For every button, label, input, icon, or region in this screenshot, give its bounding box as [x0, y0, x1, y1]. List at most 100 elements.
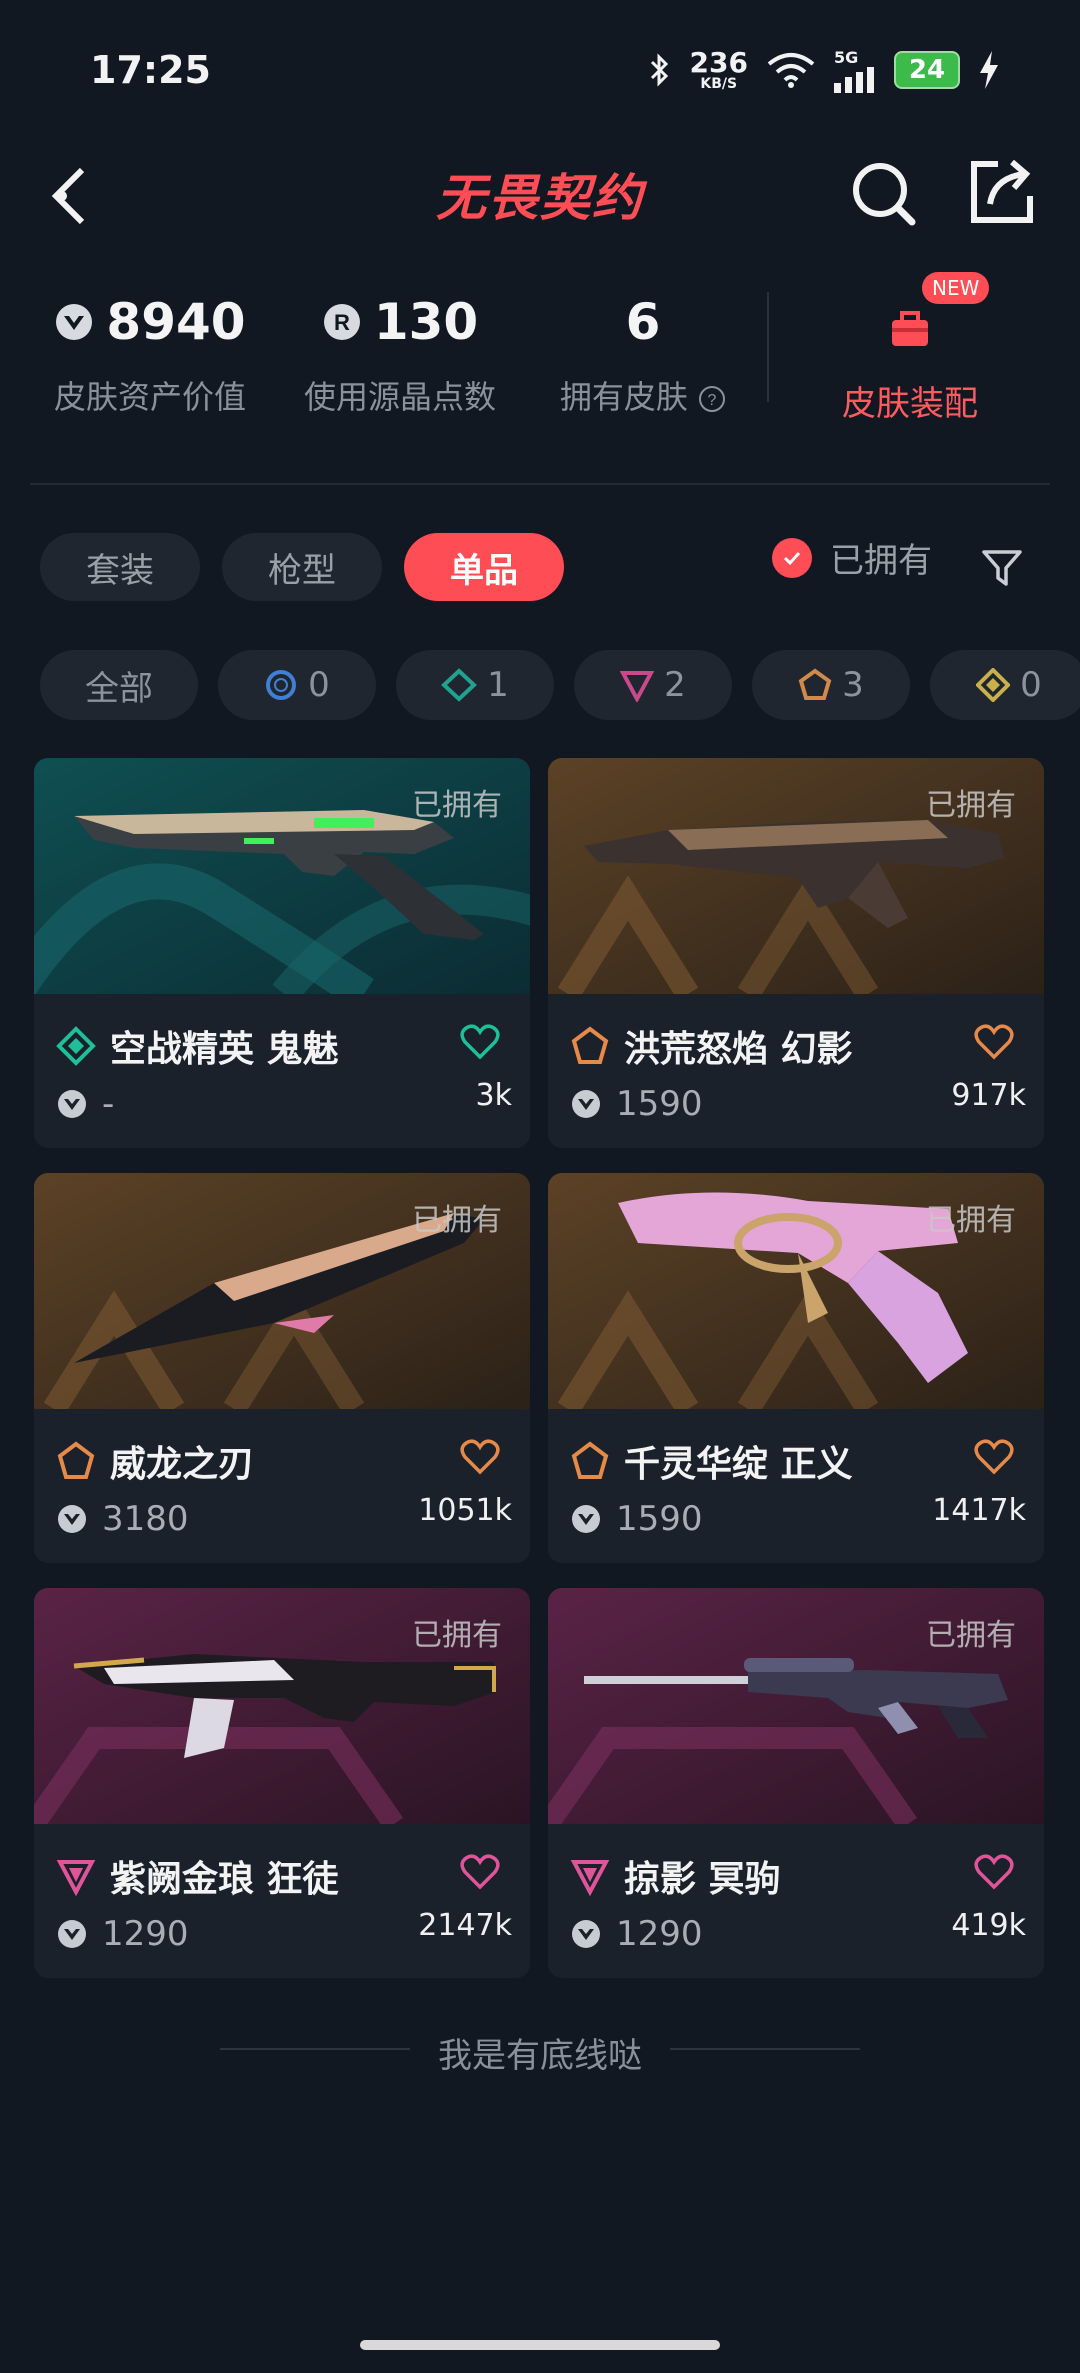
likes-count: 917k	[951, 1078, 1026, 1113]
heart-icon[interactable]	[974, 1439, 1014, 1475]
skin-name: 洪荒怒焰 幻影	[624, 1029, 853, 1070]
vp-icon	[58, 1505, 86, 1533]
heart-icon[interactable]	[974, 1024, 1014, 1060]
tab-single-items[interactable]: 单品	[404, 533, 564, 601]
tier-filter-ultra[interactable]: 0	[930, 650, 1080, 720]
stat-label: 皮肤资产价值	[53, 378, 246, 416]
skin-price: 1290	[616, 1914, 703, 1954]
deluxe-tier-icon	[441, 668, 478, 702]
premium-tier-icon	[570, 1860, 610, 1896]
heart-icon[interactable]	[460, 1024, 500, 1060]
tier-filter-deluxe[interactable]: 1	[396, 650, 554, 720]
vp-icon	[572, 1505, 600, 1533]
stat-value: 130	[373, 293, 479, 351]
radianite-icon: R	[323, 304, 360, 340]
status-time: 17:25	[90, 48, 211, 92]
stats-divider	[767, 292, 769, 402]
tier-filter-all[interactable]: 全部	[40, 650, 198, 720]
stat-value: 8940	[106, 293, 246, 351]
likes-count: 1051k	[418, 1493, 512, 1528]
tier-filter-exclusive[interactable]: 3	[752, 650, 910, 720]
premium-tier-icon	[620, 671, 655, 702]
wifi-icon	[767, 53, 815, 88]
likes-count: 1417k	[932, 1493, 1026, 1528]
stat-value: 6	[625, 293, 661, 351]
skin-price: 1590	[616, 1499, 703, 1539]
search-icon[interactable]	[848, 158, 920, 230]
stat-label: 使用源晶点数	[303, 378, 496, 416]
owned-label: 已拥有	[926, 1618, 1016, 1653]
stat-owned-skins: 6 拥有皮肤 ?	[548, 290, 738, 418]
vp-icon	[58, 1920, 86, 1948]
check-icon	[772, 537, 812, 578]
divider	[30, 483, 1050, 485]
exclusive-tier-icon	[798, 668, 832, 700]
owned-label: 已拥有	[926, 1203, 1016, 1238]
net-speed: 236 KB/S	[689, 46, 748, 92]
vp-icon	[572, 1920, 600, 1948]
skin-card[interactable]: 已拥有 紫阙金琅 狂徒 1290 2147k	[34, 1588, 530, 1978]
deluxe-tier-icon	[56, 1026, 96, 1066]
skin-card[interactable]: 已拥有 空战精英 鬼魅 - 3k	[34, 758, 530, 1148]
stat-label: 拥有皮肤	[559, 378, 688, 416]
skin-name: 空战精英 鬼魅	[110, 1029, 339, 1070]
stat-radianite: R 130 使用源晶点数	[290, 290, 510, 418]
owned-label: 已拥有	[926, 788, 1016, 823]
status-bar: 17:25 236 KB/S 5G 24	[0, 0, 1080, 140]
signal-icon	[834, 66, 874, 93]
svg-text:?: ?	[708, 392, 717, 409]
stat-skin-value: 8940 皮肤资产价值	[40, 290, 260, 418]
heart-icon[interactable]	[974, 1854, 1014, 1890]
heart-icon[interactable]	[460, 1439, 500, 1475]
heart-icon[interactable]	[460, 1854, 500, 1890]
select-tier-icon	[266, 670, 297, 700]
tab-weapon-types[interactable]: 枪型	[222, 533, 382, 601]
tab-bundles[interactable]: 套装	[40, 533, 200, 601]
exclusive-tier-icon	[571, 1441, 609, 1479]
ultra-tier-icon	[976, 668, 1011, 702]
skin-name: 紫阙金琅 狂徒	[110, 1859, 339, 1900]
nav-bar: 无畏契约	[0, 140, 1080, 250]
skin-name: 千灵华绽 正义	[624, 1444, 853, 1485]
exclusive-tier-icon	[57, 1441, 95, 1479]
skin-name: 掠影 冥驹	[624, 1859, 781, 1900]
footer-line-right	[670, 2048, 860, 2050]
end-of-list-text: 我是有底线哒	[438, 2036, 642, 2076]
charging-icon	[980, 51, 998, 89]
vp-icon	[572, 1090, 600, 1118]
owned-label: 已拥有	[412, 1618, 502, 1653]
vp-icon	[56, 304, 93, 340]
skin-price: -	[102, 1084, 115, 1124]
tier-filter-premium[interactable]: 2	[574, 650, 732, 720]
owned-filter-toggle[interactable]: 已拥有	[772, 533, 932, 582]
skin-card[interactable]: 已拥有 洪荒怒焰 幻影 1590 917k	[548, 758, 1044, 1148]
skin-card[interactable]: 已拥有 千灵华绽 正义 1590 1417k	[548, 1173, 1044, 1563]
owned-label: 已拥有	[412, 1203, 502, 1238]
help-icon[interactable]: ?	[698, 385, 726, 413]
skin-price: 1290	[102, 1914, 189, 1954]
likes-count: 3k	[475, 1078, 512, 1113]
share-icon[interactable]	[964, 154, 1040, 230]
new-badge: NEW	[922, 272, 990, 304]
stats-row: 8940 皮肤资产价值 R 130 使用源晶点数 6 拥有皮肤 ? NEW 皮肤…	[0, 270, 1080, 430]
premium-tier-icon	[56, 1860, 96, 1896]
cellular-signal: 5G	[834, 48, 876, 93]
exclusive-tier-icon	[571, 1026, 609, 1064]
tier-filter-select[interactable]: 0	[218, 650, 376, 720]
vp-icon	[58, 1090, 86, 1118]
likes-count: 419k	[951, 1908, 1026, 1943]
battery-indicator: 24	[894, 51, 960, 89]
skin-price: 3180	[102, 1499, 189, 1539]
status-icons: 236 KB/S 5G 24	[648, 48, 1000, 93]
skin-equip-button[interactable]: NEW 皮肤装配	[830, 270, 990, 425]
skin-card[interactable]: 已拥有 掠影 冥驹 1290 419k	[548, 1588, 1044, 1978]
svg-text:R: R	[334, 310, 350, 335]
filter-icon[interactable]	[980, 546, 1024, 590]
skin-equip-label: 皮肤装配	[842, 384, 978, 424]
skin-price: 1590	[616, 1084, 703, 1124]
owned-label: 已拥有	[412, 788, 502, 823]
home-indicator[interactable]	[360, 2340, 720, 2350]
skin-name: 威龙之刃	[110, 1444, 255, 1485]
bluetooth-icon	[650, 53, 668, 87]
skin-card[interactable]: 已拥有 威龙之刃 3180 1051k	[34, 1173, 530, 1563]
